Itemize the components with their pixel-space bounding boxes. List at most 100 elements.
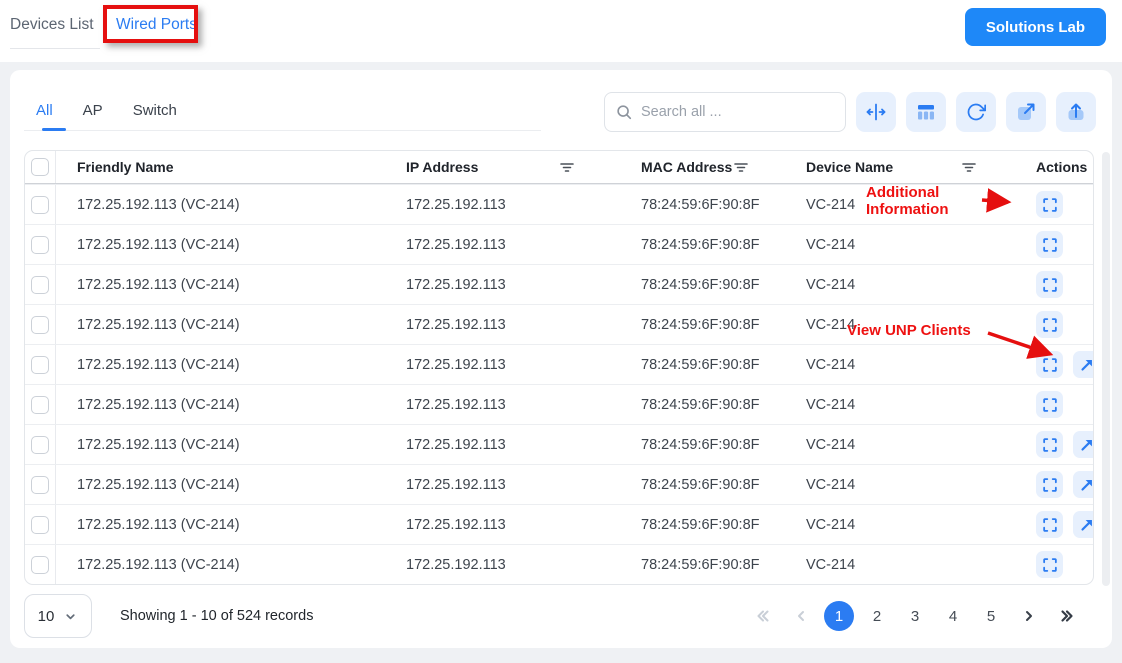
row-checkbox[interactable]: [31, 555, 49, 574]
device-type-filter-tabs: All AP Switch: [36, 102, 177, 131]
pagination-summary: Showing 1 - 10 of 524 records: [120, 608, 314, 624]
row-checkbox[interactable]: [31, 315, 49, 334]
row-checkbox[interactable]: [31, 475, 49, 494]
cell-device-name: VC-214: [806, 316, 856, 333]
last-page-button[interactable]: [1052, 601, 1082, 631]
row-checkbox[interactable]: [31, 275, 49, 294]
view-unp-clients-button[interactable]: [1073, 351, 1093, 378]
expand-corners-icon: [1041, 356, 1059, 374]
row-checkbox[interactable]: [31, 195, 49, 214]
row-checkbox[interactable]: [31, 515, 49, 534]
cell-mac-address: 78:24:59:6F:90:8F: [641, 436, 760, 453]
column-friendly-name: Friendly Name: [77, 159, 174, 175]
first-page-button[interactable]: [748, 601, 778, 631]
chevron-right-icon: [1021, 608, 1037, 624]
table-scrollbar[interactable]: [1102, 152, 1110, 586]
expand-corners-icon: [1041, 436, 1059, 454]
upload-button[interactable]: [1056, 92, 1096, 132]
row-checkbox[interactable]: [31, 435, 49, 454]
pager: 1 2 3 4 5: [748, 601, 1082, 631]
chevron-down-icon: [63, 609, 78, 624]
cell-mac-address: 78:24:59:6F:90:8F: [641, 356, 760, 373]
device-name-filter-icon[interactable]: [961, 159, 977, 175]
cell-friendly-name: 172.25.192.113 (VC-214): [77, 476, 240, 493]
filter-tabs-underline: [24, 130, 541, 131]
fit-width-button[interactable]: [856, 92, 896, 132]
page-size-value: 10: [37, 607, 55, 625]
open-external-button[interactable]: [1006, 92, 1046, 132]
table-row: 172.25.192.113 (VC-214) 172.25.192.113 7…: [25, 304, 1093, 344]
row-checkbox[interactable]: [31, 355, 49, 374]
tab-devices-list[interactable]: Devices List: [10, 16, 100, 49]
additional-information-button[interactable]: [1036, 511, 1063, 538]
row-checkbox[interactable]: [31, 395, 49, 414]
view-unp-clients-button[interactable]: [1073, 431, 1094, 458]
table-row: 172.25.192.113 (VC-214) 172.25.192.113 7…: [25, 504, 1093, 544]
additional-information-button[interactable]: [1036, 391, 1063, 418]
column-mac-address: MAC Address: [641, 159, 733, 175]
table-row: 172.25.192.113 (VC-214) 172.25.192.113 7…: [25, 184, 1093, 224]
additional-information-button[interactable]: [1036, 311, 1063, 338]
cell-device-name: VC-214: [806, 396, 856, 413]
additional-information-button[interactable]: [1036, 351, 1063, 378]
cell-mac-address: 78:24:59:6F:90:8F: [641, 476, 760, 493]
row-checkbox[interactable]: [31, 235, 49, 254]
arrow-up-right-icon: [1078, 516, 1094, 534]
top-bar: Devices List Wired Ports Solutions Lab: [0, 0, 1122, 62]
page-button-3[interactable]: 3: [900, 601, 930, 631]
cell-friendly-name: 172.25.192.113 (VC-214): [77, 236, 240, 253]
column-ip-address: IP Address: [406, 159, 479, 175]
cell-friendly-name: 172.25.192.113 (VC-214): [77, 396, 240, 413]
page-button-1[interactable]: 1: [824, 601, 854, 631]
cell-ip-address: 172.25.192.113: [406, 436, 506, 453]
additional-information-button[interactable]: [1036, 191, 1063, 218]
page-size-select[interactable]: 10: [24, 594, 92, 638]
prev-page-button[interactable]: [786, 601, 816, 631]
filter-tab-ap[interactable]: AP: [83, 102, 103, 131]
arrow-up-right-icon: [1078, 436, 1094, 454]
additional-information-button[interactable]: [1036, 471, 1063, 498]
columns-button[interactable]: [906, 92, 946, 132]
view-unp-clients-button[interactable]: [1073, 471, 1093, 498]
ip-address-filter-icon[interactable]: [559, 159, 575, 175]
double-chevron-right-icon: [1058, 607, 1076, 625]
expand-corners-icon: [1041, 516, 1059, 534]
refresh-button[interactable]: [956, 92, 996, 132]
wired-ports-table: Friendly Name IP Address MAC Address Dev…: [24, 150, 1094, 585]
tab-wired-ports[interactable]: Wired Ports: [116, 16, 197, 34]
additional-information-button[interactable]: [1036, 271, 1063, 298]
cell-ip-address: 172.25.192.113: [406, 516, 506, 533]
select-all-checkbox[interactable]: [31, 158, 49, 176]
additional-information-button[interactable]: [1036, 231, 1063, 258]
search-input[interactable]: [641, 104, 835, 120]
solutions-lab-button[interactable]: Solutions Lab: [964, 8, 1106, 46]
cell-friendly-name: 172.25.192.113 (VC-214): [77, 316, 240, 333]
table-row: 172.25.192.113 (VC-214) 172.25.192.113 7…: [25, 224, 1093, 264]
view-unp-clients-button[interactable]: [1073, 511, 1094, 538]
cell-friendly-name: 172.25.192.113 (VC-214): [77, 276, 240, 293]
filter-tab-all[interactable]: All: [36, 102, 53, 131]
wired-ports-card: All AP Switch Search all ... Friendly Na…: [10, 70, 1112, 648]
cell-mac-address: 78:24:59:6F:90:8F: [641, 196, 760, 213]
filter-tab-switch[interactable]: Switch: [133, 102, 177, 131]
page-button-5[interactable]: 5: [976, 601, 1006, 631]
active-tab-indicator: [42, 128, 66, 131]
cell-device-name: VC-214: [806, 436, 856, 453]
cell-ip-address: 172.25.192.113: [406, 236, 506, 253]
mac-address-filter-icon[interactable]: [733, 159, 749, 175]
refresh-icon: [966, 102, 986, 122]
page-button-2[interactable]: 2: [862, 601, 892, 631]
next-page-button[interactable]: [1014, 601, 1044, 631]
search-box[interactable]: [604, 92, 846, 132]
cell-mac-address: 78:24:59:6F:90:8F: [641, 396, 760, 413]
expand-corners-icon: [1041, 556, 1059, 574]
expand-corners-icon: [1041, 476, 1059, 494]
cell-friendly-name: 172.25.192.113 (VC-214): [77, 516, 240, 533]
cell-device-name: VC-214: [806, 236, 856, 253]
cell-mac-address: 78:24:59:6F:90:8F: [641, 316, 760, 333]
additional-information-button[interactable]: [1036, 431, 1063, 458]
table-row: 172.25.192.113 (VC-214) 172.25.192.113 7…: [25, 544, 1093, 584]
page-button-4[interactable]: 4: [938, 601, 968, 631]
expand-corners-icon: [1041, 396, 1059, 414]
additional-information-button[interactable]: [1036, 551, 1063, 578]
